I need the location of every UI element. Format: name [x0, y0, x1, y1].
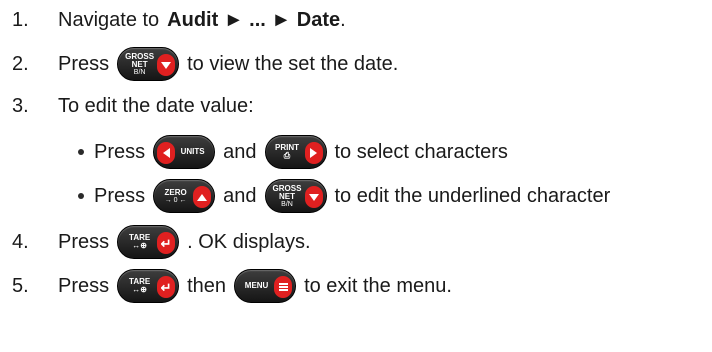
menu-key: MENU	[234, 269, 297, 303]
step-text: To edit the date value:	[58, 94, 254, 117]
step-text: Navigate to Audit ► ... ► Date .	[58, 9, 346, 32]
step-text-part: to edit the underlined character	[334, 184, 611, 207]
menu-icon	[274, 276, 293, 298]
step-text: Press TARE ↔⊕ ↵ . OK displays.	[58, 225, 311, 259]
sub-step-1: Press UNITS and PRINT ⎙ to select charact…	[78, 132, 508, 172]
up-arrow-icon	[193, 186, 212, 208]
bullet-icon	[78, 149, 84, 155]
step-text-part: to select characters	[334, 140, 508, 163]
tare-key: TARE ↔⊕ ↵	[117, 225, 180, 259]
step-number: 2.	[12, 52, 29, 75]
step-text-part: Press	[94, 140, 146, 163]
enter-icon: ↵	[157, 232, 176, 254]
step-text-part: . OK displays.	[187, 230, 311, 253]
units-key: UNITS	[153, 135, 216, 169]
step-number: 4.	[12, 230, 29, 253]
zero-key: ZERO → 0 ←	[153, 179, 216, 213]
step-text-part: to exit the menu.	[304, 274, 452, 297]
step-number: 5.	[12, 274, 29, 297]
step-number: 3.	[12, 94, 29, 117]
step-text: Press TARE ↔⊕ ↵ then MENU to exit the men…	[58, 269, 452, 303]
gross-net-key: GROSS NET B/N	[264, 179, 327, 213]
step-text-part: Press	[58, 230, 110, 253]
step-text-part: Press	[58, 52, 110, 75]
menu-path: Audit ► ... ► Date	[167, 8, 341, 31]
step-text-part: Press	[94, 184, 146, 207]
down-arrow-icon	[157, 54, 176, 76]
enter-icon: ↵	[157, 276, 176, 298]
bullet-icon	[78, 193, 84, 199]
gross-net-key: GROSS NET B/N	[117, 47, 180, 81]
left-arrow-icon	[157, 142, 176, 164]
tare-key: TARE ↔⊕ ↵	[117, 269, 180, 303]
step-text-part: and	[223, 140, 257, 163]
step-text-part: .	[340, 8, 346, 31]
step-text-part: Navigate to	[58, 8, 160, 31]
step-number: 1.	[12, 8, 29, 31]
step-text-part: to view the set the date.	[187, 52, 399, 75]
sub-step-2: Press ZERO → 0 ← and GROSS NET B/N to edit …	[78, 176, 610, 216]
step-text-part: Press	[58, 274, 110, 297]
right-arrow-icon	[304, 142, 323, 164]
down-arrow-icon	[304, 186, 323, 208]
print-key: PRINT ⎙	[264, 135, 327, 169]
step-text-part: then	[187, 274, 227, 297]
step-text: Press GROSS NET B/N to view the set the da…	[58, 47, 398, 81]
step-text-part: and	[223, 184, 257, 207]
